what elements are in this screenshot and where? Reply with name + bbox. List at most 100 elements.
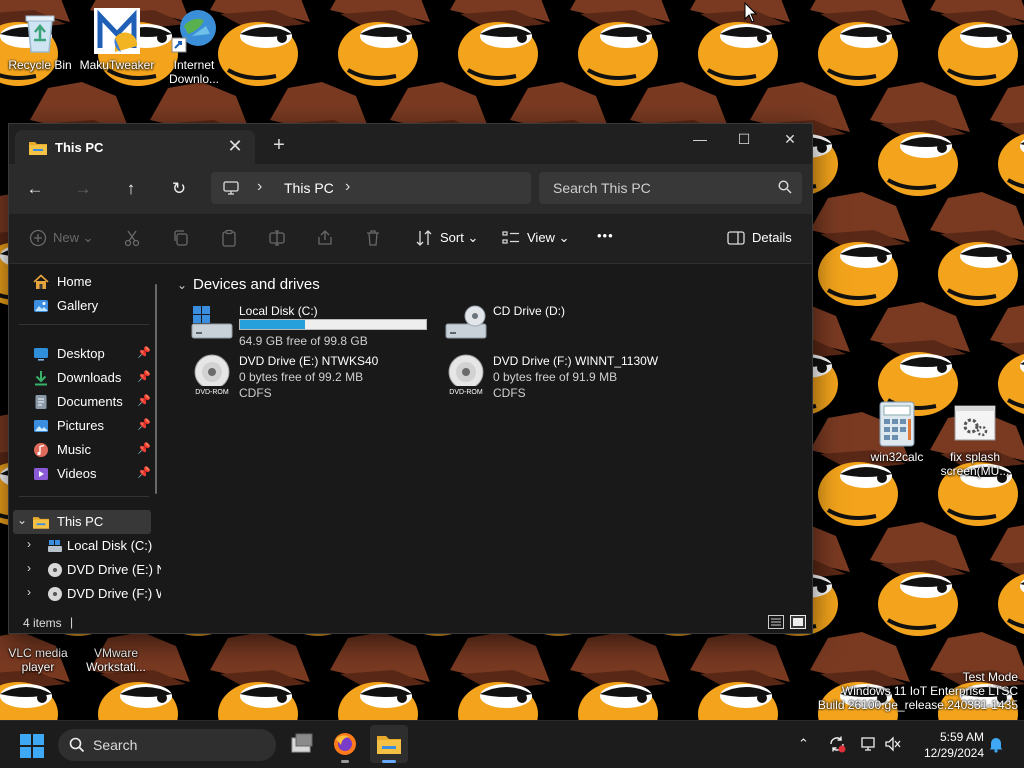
sidebar-item-videos[interactable]: Videos 📌 (13, 462, 151, 486)
firefox-icon[interactable] (326, 725, 364, 763)
desktop-icon-recycle-bin[interactable]: Recycle Bin (2, 8, 78, 72)
drive-name: Local Disk (C:) (239, 304, 318, 318)
volume-muted-icon[interactable] (884, 735, 902, 758)
close-window-button[interactable]: ✕ (767, 124, 813, 154)
sidebar-item-desktop[interactable]: Desktop 📌 (13, 342, 151, 366)
details-button[interactable]: Details (752, 230, 792, 245)
dvd-rom-icon: DVD-ROM (189, 354, 235, 398)
sync-icon[interactable] (828, 735, 846, 758)
drive-local-disk-c[interactable]: Local Disk (C:) 64.9 GB free of 99.8 GB (189, 304, 439, 352)
sidebar-item-dvd-e[interactable]: › DVD Drive (E:) N (13, 558, 161, 582)
internet-download-manager-icon (170, 8, 218, 56)
paste-icon[interactable] (220, 229, 240, 249)
running-indicator (341, 760, 349, 763)
desktop-icon-label: Internet Downlo... (168, 58, 220, 86)
test-mode-watermark: Test Mode Windows 11 IoT Enterprise LTSC… (818, 670, 1018, 712)
sidebar-scrollbar[interactable] (155, 284, 157, 494)
task-view-icon[interactable] (282, 725, 320, 763)
desktop-icon-win32calc[interactable]: win32calc (859, 400, 935, 464)
chevron-right-icon[interactable]: › (27, 561, 31, 575)
show-hidden-icons-chevron-icon[interactable]: ⌃ (798, 736, 809, 752)
drive-dvd-f[interactable]: DVD-ROM DVD Drive (F:) WINNT_1130W 0 byt… (443, 354, 693, 402)
view-button[interactable]: View ⌄ (527, 230, 569, 246)
refresh-icon[interactable]: ↻ (165, 176, 193, 202)
drive-cd-d[interactable]: CD Drive (D:) (443, 304, 693, 352)
desktop-icon-fix-splash[interactable]: fix splash screen(MU... (937, 400, 1013, 478)
network-icon[interactable] (860, 735, 878, 758)
sidebar-item-documents[interactable]: Documents 📌 (13, 390, 151, 414)
group-header[interactable]: ⌄ Devices and drives (177, 276, 320, 293)
minimize-button[interactable]: — (677, 124, 723, 154)
sort-button[interactable]: Sort ⌄ (440, 230, 478, 246)
settings-file-icon (951, 400, 999, 448)
cut-icon[interactable] (123, 229, 143, 249)
chevron-right-icon[interactable]: › (27, 537, 31, 551)
maximize-button[interactable]: ☐ (721, 124, 767, 154)
this-pc-folder-icon (33, 514, 49, 530)
drive-free-space: 0 bytes free of 91.9 MB (493, 370, 618, 384)
sidebar-item-home[interactable]: Home (13, 270, 151, 294)
clock-time: 5:59 AM (939, 730, 984, 744)
watermark-line: Test Mode (962, 670, 1018, 684)
desktop-icon-makutweaker[interactable]: MakuTweaker (79, 8, 155, 72)
active-indicator (382, 760, 396, 763)
new-button[interactable]: New ⌄ (53, 230, 94, 246)
folder-icon (29, 140, 47, 160)
sidebar-item-this-pc[interactable]: ⌄ This PC (13, 510, 151, 534)
wallpaper-tile (860, 520, 980, 640)
breadcrumb-chevron-icon[interactable]: › (257, 178, 262, 196)
sidebar-item-gallery[interactable]: Gallery (13, 294, 151, 318)
local-disk-icon (47, 538, 63, 554)
address-bar[interactable]: › This PC › (211, 172, 531, 204)
more-options-icon[interactable]: ••• (597, 228, 614, 243)
sidebar-item-pictures[interactable]: Pictures 📌 (13, 414, 151, 438)
pin-icon: 📌 (137, 443, 151, 455)
drive-dvd-e[interactable]: DVD-ROM DVD Drive (E:) NTWKS40 0 bytes f… (189, 354, 439, 402)
sidebar-item-local-disk[interactable]: › Local Disk (C:) (13, 534, 152, 558)
file-explorer-icon[interactable] (370, 725, 408, 763)
music-icon (33, 442, 49, 458)
wallpaper-tile (860, 80, 980, 200)
new-icon (29, 229, 49, 249)
watermark-line: Windows 11 IoT Enterprise LTSC (841, 684, 1018, 698)
details-view-icon[interactable] (768, 615, 784, 629)
taskbar-clock[interactable]: 5:59 AM 12/29/2024 (924, 729, 984, 761)
rename-icon[interactable] (268, 229, 288, 249)
tab-this-pc[interactable]: This PC ✕ (15, 130, 255, 164)
sidebar-item-dvd-f[interactable]: › DVD Drive (F:) W (13, 582, 161, 606)
chevron-right-icon[interactable]: › (27, 585, 31, 599)
navigation-pane[interactable]: Home Gallery Desktop 📌 Downloads 📌 Docum… (9, 264, 161, 610)
sidebar-item-downloads[interactable]: Downloads 📌 (13, 366, 151, 390)
desktop-icon-internet-download-manager[interactable]: Internet Downlo... (156, 8, 232, 86)
dvd-icon (47, 586, 63, 602)
calculator-icon (873, 400, 921, 448)
breadcrumb-chevron-icon[interactable]: › (345, 178, 350, 196)
chevron-down-icon[interactable]: ⌄ (177, 278, 193, 292)
sidebar-item-music[interactable]: Music 📌 (13, 438, 151, 462)
share-icon[interactable] (316, 229, 336, 249)
wallpaper-tile (800, 190, 920, 310)
back-arrow-icon[interactable]: ← (21, 176, 49, 202)
desktop-icon-label: VMware Workstati... (86, 646, 146, 674)
taskbar-search-box[interactable]: Search (58, 729, 276, 761)
notification-bell-icon[interactable] (987, 735, 1005, 758)
forward-arrow-icon[interactable]: → (69, 176, 97, 202)
disk-usage-bar (239, 319, 427, 330)
search-box[interactable]: Search This PC (539, 172, 802, 204)
chevron-down-icon[interactable]: ⌄ (17, 513, 27, 527)
desktop-icon-label: fix splash screen(MU... (940, 450, 1010, 478)
copy-icon[interactable] (172, 229, 192, 249)
gallery-icon (33, 298, 49, 314)
tiles-view-icon[interactable] (790, 615, 806, 629)
file-list[interactable]: ⌄ Devices and drives Local Disk (C:) 64.9… (169, 264, 812, 610)
up-arrow-icon[interactable]: ↑ (117, 176, 145, 202)
desktop-icon-label: Recycle Bin (8, 58, 72, 72)
breadcrumb-this-pc[interactable]: This PC (284, 180, 334, 196)
drive-filesystem: CDFS (239, 386, 272, 400)
file-explorer-window[interactable]: This PC ✕ + — ☐ ✕ ← → ↑ ↻ › This PC › Se… (8, 123, 813, 634)
start-windows-icon[interactable] (20, 734, 44, 763)
delete-icon[interactable] (364, 229, 384, 249)
new-tab-button[interactable]: + (267, 134, 291, 158)
title-bar[interactable]: This PC ✕ + — ☐ ✕ (9, 124, 812, 164)
close-tab-icon[interactable]: ✕ (223, 135, 247, 159)
